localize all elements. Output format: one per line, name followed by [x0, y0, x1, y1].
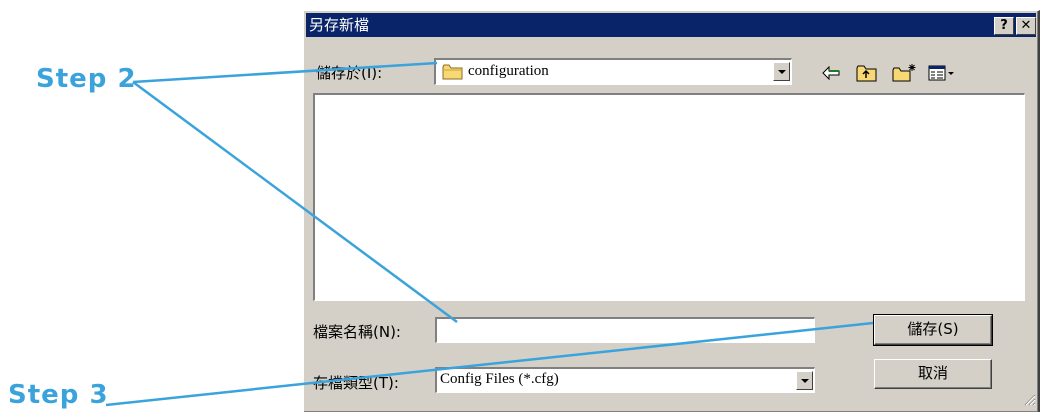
title-bar: 另存新檔 ? ✕: [306, 13, 1036, 37]
step-3-label: Step 3: [8, 380, 109, 410]
save-button[interactable]: 儲存(S): [873, 314, 993, 346]
save-in-combo[interactable]: configuration: [434, 58, 792, 85]
help-button[interactable]: ?: [994, 17, 1014, 35]
file-name-label: 檔案名稱(N):: [313, 323, 401, 341]
view-menu-icon[interactable]: [928, 63, 956, 83]
cancel-button[interactable]: 取消: [874, 359, 992, 389]
file-type-dropdown-arrow[interactable]: [796, 371, 813, 390]
file-type-combo[interactable]: Config Files (*.cfg): [435, 367, 815, 393]
back-icon[interactable]: [820, 63, 842, 83]
dialog-title: 另存新檔: [309, 16, 370, 34]
new-folder-icon[interactable]: [892, 63, 918, 83]
file-name-input[interactable]: [435, 317, 815, 343]
save-as-dialog: 另存新檔 ? ✕ 儲存於(I): configuration 檔案名稱(N): …: [303, 10, 1040, 412]
resize-grip-icon[interactable]: [1022, 391, 1036, 410]
folder-icon: [442, 63, 464, 85]
close-button[interactable]: ✕: [1016, 17, 1036, 35]
file-type-label: 存檔類型(T):: [313, 374, 399, 392]
save-in-label: 儲存於(I):: [316, 64, 383, 82]
save-in-value: configuration: [468, 63, 549, 79]
file-type-value: Config Files (*.cfg): [440, 371, 559, 387]
up-folder-icon[interactable]: [856, 63, 878, 83]
step-2-label: Step 2: [36, 64, 137, 94]
file-list[interactable]: [313, 93, 1025, 301]
save-in-dropdown-arrow[interactable]: [773, 62, 790, 81]
